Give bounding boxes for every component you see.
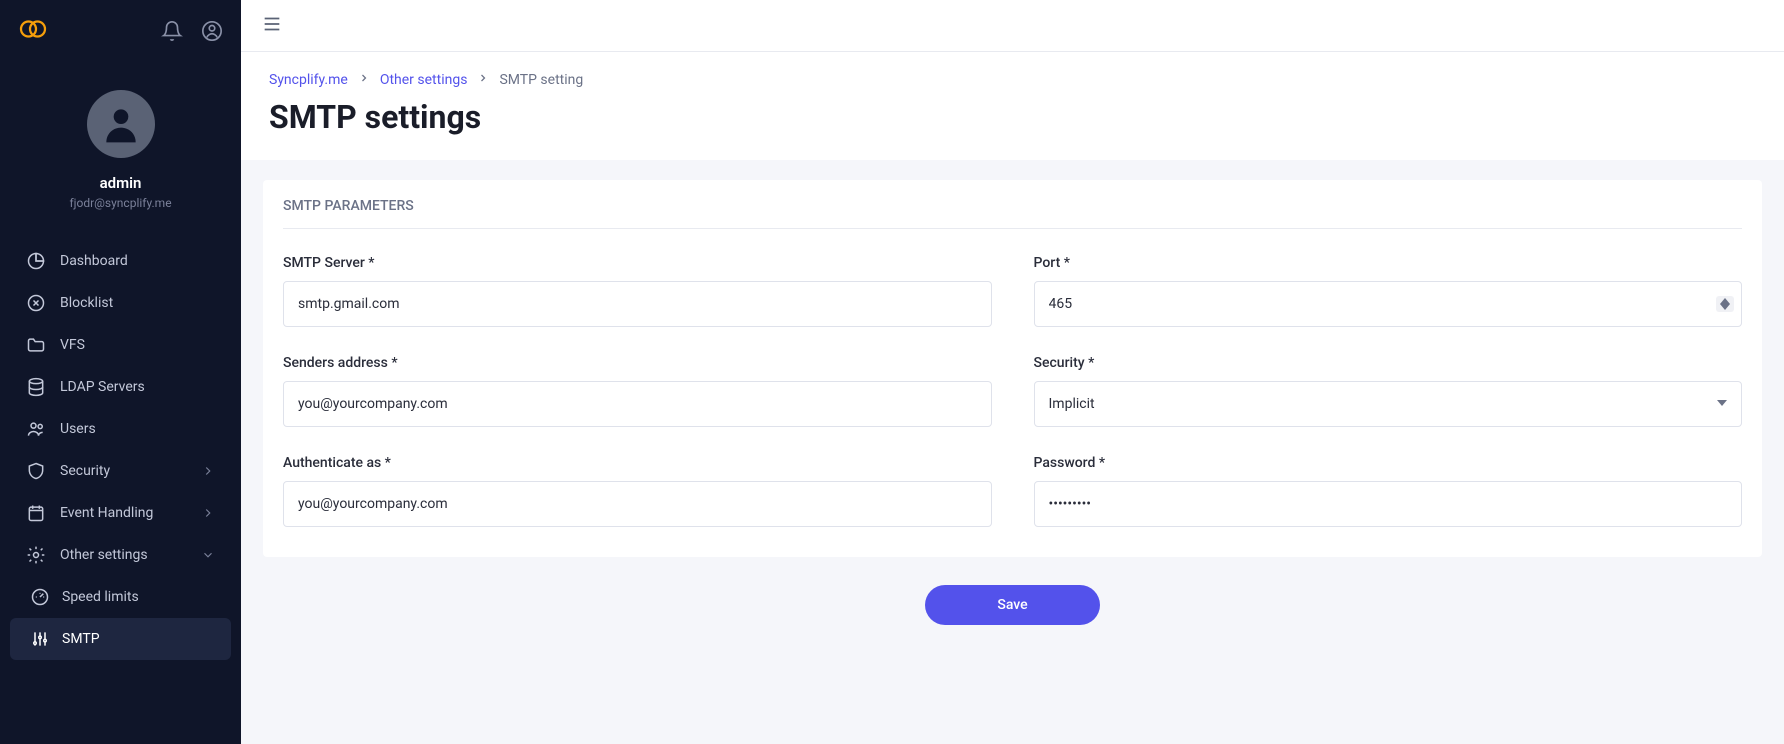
nav-other-settings[interactable]: Other settings: [10, 534, 231, 576]
senders-address-label: Senders address *: [283, 355, 992, 371]
nav-dashboard[interactable]: Dashboard: [10, 240, 231, 282]
avatar-icon: [99, 102, 143, 146]
hamburger-icon: [261, 13, 283, 35]
port-label: Port *: [1034, 255, 1743, 271]
bell-icon[interactable]: [161, 20, 183, 42]
chevron-down-icon: [201, 548, 215, 562]
avatar[interactable]: [87, 90, 155, 158]
dropdown-arrow: [1717, 396, 1727, 412]
nav: Dashboard Blocklist VFS LDAP Servers Use…: [0, 240, 241, 660]
page-title: SMTP settings: [269, 98, 1756, 136]
nav-users[interactable]: Users: [10, 408, 231, 450]
breadcrumb-section[interactable]: Other settings: [380, 72, 468, 88]
account-icon[interactable]: [201, 20, 223, 42]
field-smtp-server: SMTP Server *: [283, 255, 992, 327]
menu-toggle[interactable]: [261, 13, 283, 39]
nav-label: Speed limits: [62, 589, 139, 605]
section-title: SMTP PARAMETERS: [283, 198, 1742, 229]
nav-label: Event Handling: [60, 505, 153, 521]
field-security: Security * Implicit: [1034, 355, 1743, 427]
field-password: Password *: [1034, 455, 1743, 527]
smtp-server-input[interactable]: [283, 281, 992, 327]
caret-down-icon: [1717, 398, 1727, 408]
content: Syncplify.me Other settings SMTP setting…: [241, 52, 1784, 744]
nav-event-handling[interactable]: Event Handling: [10, 492, 231, 534]
security-value: Implicit: [1049, 396, 1095, 412]
form-grid: SMTP Server * Port * Senders address *: [283, 255, 1742, 527]
nav-label: Users: [60, 421, 96, 437]
authenticate-as-label: Authenticate as *: [283, 455, 992, 471]
sliders-icon: [30, 629, 50, 649]
nav-label: Dashboard: [60, 253, 128, 269]
gear-icon: [26, 545, 46, 565]
nav-vfs[interactable]: VFS: [10, 324, 231, 366]
nav-label: Blocklist: [60, 295, 113, 311]
topbar: [241, 0, 1784, 52]
main: Syncplify.me Other settings SMTP setting…: [241, 0, 1784, 744]
calendar-icon: [26, 503, 46, 523]
security-select[interactable]: Implicit: [1034, 381, 1743, 427]
shield-icon: [26, 461, 46, 481]
nav-speed-limits[interactable]: Speed limits: [10, 576, 231, 618]
password-input[interactable]: [1034, 481, 1743, 527]
senders-address-input[interactable]: [283, 381, 992, 427]
field-authenticate-as: Authenticate as *: [283, 455, 992, 527]
nav-label: VFS: [60, 337, 85, 353]
smtp-server-label: SMTP Server *: [283, 255, 992, 271]
chevron-right-icon: [201, 464, 215, 478]
chevron-right-icon: [201, 506, 215, 520]
user-email: fjodr@syncplify.me: [69, 196, 171, 210]
security-label: Security *: [1034, 355, 1743, 371]
nav-label: Other settings: [60, 547, 148, 563]
user-section: admin fjodr@syncplify.me: [0, 62, 241, 230]
nav-ldap[interactable]: LDAP Servers: [10, 366, 231, 408]
nav-blocklist[interactable]: Blocklist: [10, 282, 231, 324]
sidebar: admin fjodr@syncplify.me Dashboard Block…: [0, 0, 241, 744]
nav-smtp[interactable]: SMTP: [10, 618, 231, 660]
breadcrumb: Syncplify.me Other settings SMTP setting: [269, 72, 1756, 88]
chevron-right-icon: [358, 72, 370, 84]
top-icons: [161, 20, 223, 42]
nav-label: SMTP: [62, 631, 100, 647]
database-icon: [26, 377, 46, 397]
form-card: SMTP PARAMETERS SMTP Server * Port *: [263, 180, 1762, 557]
breadcrumb-separator: [477, 72, 489, 88]
breadcrumb-current: SMTP setting: [499, 72, 583, 88]
nav-label: LDAP Servers: [60, 379, 145, 395]
users-icon: [26, 419, 46, 439]
field-port: Port *: [1034, 255, 1743, 327]
username: admin: [100, 174, 142, 192]
authenticate-as-input[interactable]: [283, 481, 992, 527]
breadcrumb-separator: [358, 72, 370, 88]
chevron-down-icon: [1720, 304, 1730, 310]
x-circle-icon: [26, 293, 46, 313]
nav-security[interactable]: Security: [10, 450, 231, 492]
gauge-icon: [30, 587, 50, 607]
content-header: Syncplify.me Other settings SMTP setting…: [241, 52, 1784, 160]
port-input[interactable]: [1034, 281, 1743, 327]
breadcrumb-root[interactable]: Syncplify.me: [269, 72, 348, 88]
field-senders-address: Senders address *: [283, 355, 992, 427]
chevron-right-icon: [477, 72, 489, 84]
pie-chart-icon: [26, 251, 46, 271]
save-button[interactable]: Save: [925, 585, 1099, 625]
sidebar-top: [0, 0, 241, 62]
app-logo[interactable]: [18, 14, 48, 48]
logo-icon: [18, 14, 48, 44]
actions: Save: [241, 557, 1784, 653]
folder-icon: [26, 335, 46, 355]
port-spinner[interactable]: [1716, 296, 1734, 312]
password-label: Password *: [1034, 455, 1743, 471]
nav-label: Security: [60, 463, 110, 479]
